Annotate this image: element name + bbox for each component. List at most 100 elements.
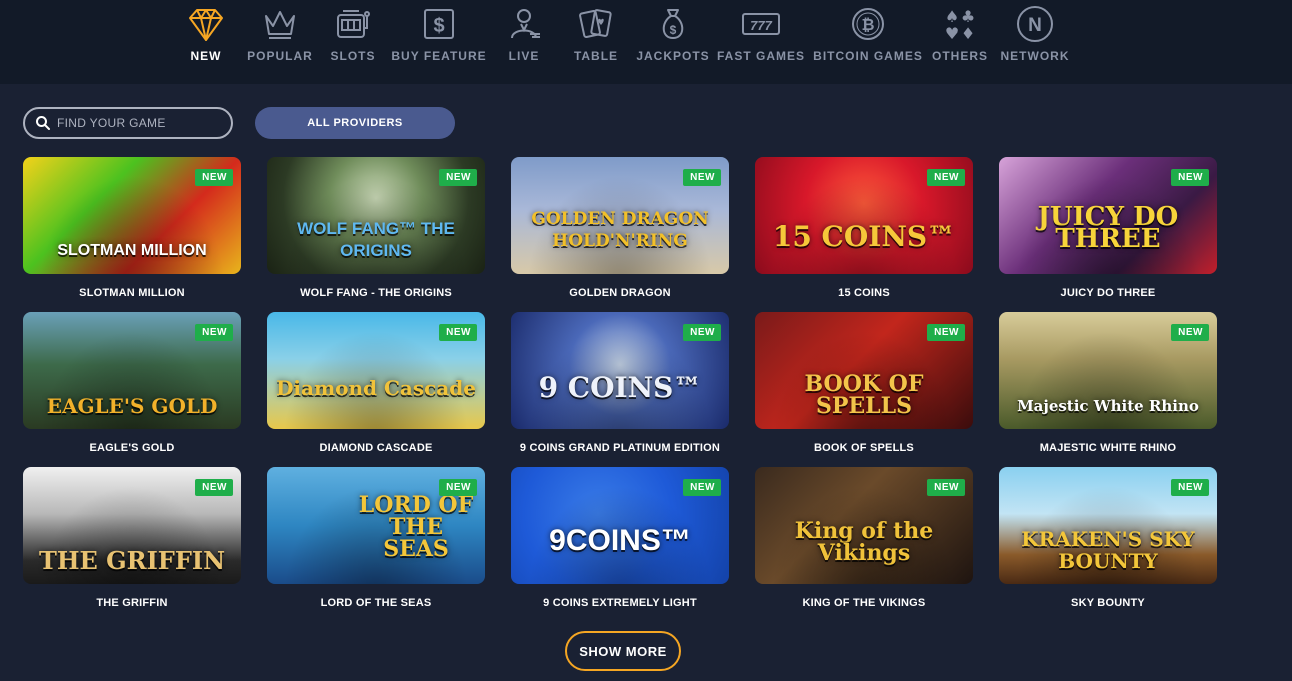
game-card-majestic-white-rhino[interactable]: Majestic White Rhino NEW MAJESTIC WHITE … bbox=[999, 312, 1217, 467]
search-input[interactable] bbox=[57, 116, 217, 130]
nav-label: FAST GAMES bbox=[717, 49, 806, 63]
nav-label: SLOTS bbox=[330, 49, 376, 63]
nav-item-popular[interactable]: POPULAR bbox=[247, 0, 312, 84]
game-thumbnail[interactable]: THE GRIFFIN NEW bbox=[23, 467, 241, 584]
all-providers-button[interactable]: ALL PROVIDERS bbox=[255, 107, 455, 139]
nav-item-jackpots[interactable]: $ JACKPOTS bbox=[636, 0, 709, 84]
svg-text:♥: ♥ bbox=[945, 24, 959, 43]
game-title[interactable]: WOLF FANG - THE ORIGINS bbox=[267, 274, 485, 312]
nav-item-slots[interactable]: SLOTS bbox=[330, 0, 376, 84]
game-title[interactable]: GOLDEN DRAGON bbox=[511, 274, 729, 312]
game-title[interactable]: 9 COINS EXTREMELY LIGHT bbox=[511, 584, 729, 622]
777-icon: 777 bbox=[741, 4, 781, 44]
game-card-diamond-cascade[interactable]: Diamond Cascade NEW DIAMOND CASCADE bbox=[267, 312, 485, 467]
game-logo-text: GOLDEN DRAGON HOLD'N'RING bbox=[531, 209, 709, 251]
bitcoin-icon: ₿ bbox=[848, 4, 888, 44]
nav-label: JACKPOTS bbox=[636, 49, 710, 63]
game-title[interactable]: KING OF THE VIKINGS bbox=[755, 584, 973, 622]
new-badge: NEW bbox=[1171, 479, 1209, 496]
cards-icon bbox=[576, 4, 616, 44]
money-bag-icon: $ bbox=[653, 4, 693, 44]
nav-item-bitcoin-games[interactable]: ₿ BITCOIN GAMES bbox=[813, 0, 922, 84]
game-thumbnail[interactable]: LORD OF THE SEAS NEW bbox=[267, 467, 485, 584]
game-thumbnail[interactable]: Majestic White Rhino NEW bbox=[999, 312, 1217, 429]
new-badge: NEW bbox=[1171, 169, 1209, 186]
live-dealer-icon bbox=[504, 4, 544, 44]
game-card-15-coins[interactable]: 15 COINS™ NEW 15 COINS bbox=[755, 157, 973, 312]
game-grid: SLOTMAN MILLION NEW SLOTMAN MILLION WOLF… bbox=[23, 157, 1217, 622]
game-thumbnail[interactable]: JUICY DO THREE NEW bbox=[999, 157, 1217, 274]
nav-label: TABLE bbox=[573, 49, 619, 63]
game-card-eagles-gold[interactable]: EAGLE'S GOLD NEW EAGLE'S GOLD bbox=[23, 312, 241, 467]
game-logo-text: JUICY DO THREE bbox=[1037, 202, 1179, 254]
game-thumbnail[interactable]: BOOK OF SPELLS NEW bbox=[755, 312, 973, 429]
game-logo-text: SLOTMAN MILLION bbox=[57, 242, 207, 259]
game-card-juicy-do-three[interactable]: JUICY DO THREE NEW JUICY DO THREE bbox=[999, 157, 1217, 312]
game-card-the-griffin[interactable]: THE GRIFFIN NEW THE GRIFFIN bbox=[23, 467, 241, 622]
game-logo-text: King of the Vikings bbox=[794, 518, 934, 566]
new-badge: NEW bbox=[927, 324, 965, 341]
game-logo-text: Majestic White Rhino bbox=[1017, 397, 1199, 415]
game-card-slotman-million[interactable]: SLOTMAN MILLION NEW SLOTMAN MILLION bbox=[23, 157, 241, 312]
nav-label: BITCOIN GAMES bbox=[813, 49, 923, 63]
game-thumbnail[interactable]: 9 COINS™ NEW bbox=[511, 312, 729, 429]
game-title[interactable]: 9 COINS GRAND PLATINUM EDITION bbox=[511, 429, 729, 467]
game-thumbnail[interactable]: SLOTMAN MILLION NEW bbox=[23, 157, 241, 274]
svg-text:$: $ bbox=[670, 23, 677, 37]
game-logo-text: KRAKEN'S SKY BOUNTY bbox=[1021, 527, 1195, 573]
game-thumbnail[interactable]: Diamond Cascade NEW bbox=[267, 312, 485, 429]
nav-item-others[interactable]: ♠ ♣ ♥ ♦ OTHERS bbox=[932, 0, 987, 84]
nav-label: NEW bbox=[190, 49, 222, 63]
game-card-sky-bounty[interactable]: KRAKEN'S SKY BOUNTY NEW SKY BOUNTY bbox=[999, 467, 1217, 622]
game-card-king-of-the-vikings[interactable]: King of the Vikings NEW KING OF THE VIKI… bbox=[755, 467, 973, 622]
svg-text:N: N bbox=[1028, 15, 1042, 36]
game-title[interactable]: BOOK OF SPELLS bbox=[755, 429, 973, 467]
svg-text:₿: ₿ bbox=[861, 16, 874, 34]
search-box[interactable] bbox=[23, 107, 233, 139]
game-title[interactable]: SKY BOUNTY bbox=[999, 584, 1217, 622]
game-logo-text: 9COINS™ bbox=[549, 524, 691, 557]
nav-item-network[interactable]: N NETWORK bbox=[1001, 0, 1069, 84]
game-logo-text: WOLF FANG™ THE ORIGINS bbox=[297, 219, 455, 260]
nav-item-fast-games[interactable]: 777 FAST GAMES bbox=[717, 0, 804, 84]
nav-item-new[interactable]: NEW bbox=[183, 0, 229, 84]
game-title[interactable]: THE GRIFFIN bbox=[23, 584, 241, 622]
new-badge: NEW bbox=[1171, 324, 1209, 341]
game-thumbnail[interactable]: KRAKEN'S SKY BOUNTY NEW bbox=[999, 467, 1217, 584]
slot-machine-icon bbox=[333, 4, 373, 44]
search-icon bbox=[36, 116, 50, 130]
nav-item-buy-feature[interactable]: $ BUY FEATURE bbox=[391, 0, 486, 84]
nav-item-table[interactable]: TABLE bbox=[573, 0, 619, 84]
game-title[interactable]: EAGLE'S GOLD bbox=[23, 429, 241, 467]
game-logo-text: LORD OF THE SEAS bbox=[358, 492, 474, 562]
new-badge: NEW bbox=[195, 169, 233, 186]
game-thumbnail[interactable]: WOLF FANG™ THE ORIGINS NEW bbox=[267, 157, 485, 274]
game-thumbnail[interactable]: 9COINS™ NEW bbox=[511, 467, 729, 584]
game-title[interactable]: JUICY DO THREE bbox=[999, 274, 1217, 312]
new-badge: NEW bbox=[927, 169, 965, 186]
game-thumbnail[interactable]: King of the Vikings NEW bbox=[755, 467, 973, 584]
svg-text:♦: ♦ bbox=[961, 24, 975, 43]
category-nav: NEW POPULAR SLOTS $ BUY FEATURE LIVE TAB… bbox=[0, 0, 1292, 84]
game-card-lord-of-the-seas[interactable]: LORD OF THE SEAS NEW LORD OF THE SEAS bbox=[267, 467, 485, 622]
crown-icon bbox=[260, 4, 300, 44]
game-title[interactable]: MAJESTIC WHITE RHINO bbox=[999, 429, 1217, 467]
game-logo-text: BOOK OF SPELLS bbox=[804, 371, 924, 419]
new-badge: NEW bbox=[683, 479, 721, 496]
nav-item-live[interactable]: LIVE bbox=[504, 0, 544, 84]
nav-label: BUY FEATURE bbox=[391, 49, 487, 63]
game-title[interactable]: LORD OF THE SEAS bbox=[267, 584, 485, 622]
game-card-book-of-spells[interactable]: BOOK OF SPELLS NEW BOOK OF SPELLS bbox=[755, 312, 973, 467]
game-thumbnail[interactable]: EAGLE'S GOLD NEW bbox=[23, 312, 241, 429]
game-card-9-coins-extremely-light[interactable]: 9COINS™ NEW 9 COINS EXTREMELY LIGHT bbox=[511, 467, 729, 622]
game-title[interactable]: DIAMOND CASCADE bbox=[267, 429, 485, 467]
nav-label: OTHERS bbox=[932, 49, 989, 63]
show-more-button[interactable]: SHOW MORE bbox=[565, 631, 681, 671]
game-card-golden-dragon[interactable]: GOLDEN DRAGON HOLD'N'RING NEW GOLDEN DRA… bbox=[511, 157, 729, 312]
game-card-wolf-fang[interactable]: WOLF FANG™ THE ORIGINS NEW WOLF FANG - T… bbox=[267, 157, 485, 312]
game-title[interactable]: SLOTMAN MILLION bbox=[23, 274, 241, 312]
game-card-9-coins-grand-platinum[interactable]: 9 COINS™ NEW 9 COINS GRAND PLATINUM EDIT… bbox=[511, 312, 729, 467]
game-title[interactable]: 15 COINS bbox=[755, 274, 973, 312]
game-thumbnail[interactable]: GOLDEN DRAGON HOLD'N'RING NEW bbox=[511, 157, 729, 274]
game-thumbnail[interactable]: 15 COINS™ NEW bbox=[755, 157, 973, 274]
